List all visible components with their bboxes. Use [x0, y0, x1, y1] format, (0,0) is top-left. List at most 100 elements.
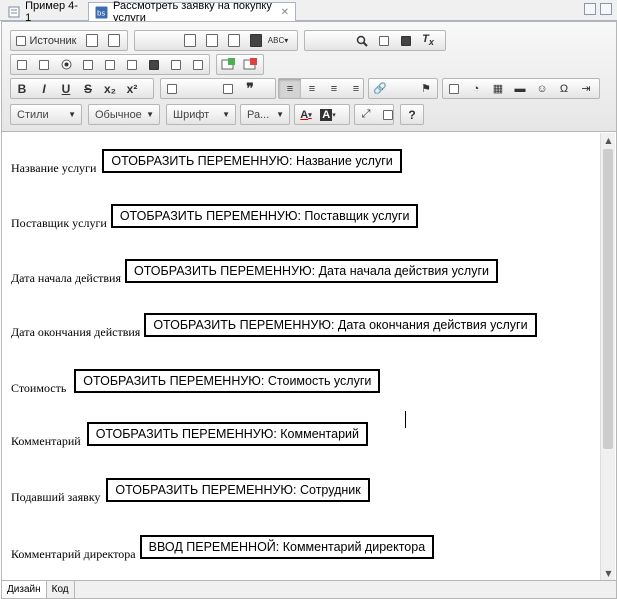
numbered-list-button[interactable]: [161, 79, 183, 98]
format-combo[interactable]: Обычное ▼: [88, 104, 160, 125]
help-icon: ?: [408, 107, 416, 122]
image-button-button[interactable]: [165, 55, 187, 74]
variable-field-start-date[interactable]: ОТОБРАЗИТЬ ПЕРЕМЕННУЮ: Дата начала дейст…: [125, 259, 499, 283]
replace-icon: [379, 35, 389, 46]
select-all-button[interactable]: [395, 31, 417, 50]
form-row-service-name: Название услуги ОТОБРАЗИТЬ ПЕРЕМЕННУЮ: Н…: [11, 149, 402, 175]
align-center-icon: ≡: [308, 82, 316, 95]
italic-button[interactable]: I: [33, 79, 55, 98]
styles-combo[interactable]: Стили ▼: [10, 104, 82, 125]
checkbox-button[interactable]: [33, 55, 55, 74]
html-button[interactable]: [143, 55, 165, 74]
edit-variable-button[interactable]: [239, 55, 261, 74]
variable-field-end-date[interactable]: ОТОБРАЗИТЬ ПЕРЕМЕННУЮ: Дата окончания де…: [144, 313, 537, 337]
horizontal-rule-button[interactable]: ▬: [509, 79, 531, 98]
spellcheck-button[interactable]: ABC ▾: [267, 31, 289, 50]
find-button[interactable]: [351, 31, 373, 50]
subscript-icon: x₂: [103, 81, 116, 96]
minimize-icon[interactable]: [584, 3, 596, 15]
align-right-button[interactable]: ≡: [323, 79, 345, 98]
underline-button[interactable]: U: [55, 79, 77, 98]
format-label: Обычное: [95, 108, 142, 121]
align-left-button[interactable]: ≡: [279, 79, 301, 98]
radio-button[interactable]: [55, 55, 77, 74]
cut-icon: [184, 34, 196, 47]
cut-button[interactable]: [179, 31, 201, 50]
font-combo[interactable]: Шрифт ▼: [166, 104, 236, 125]
new-page-icon: [86, 34, 98, 47]
align-justify-button[interactable]: ≡: [345, 79, 367, 98]
tools-group: ⤢: [354, 104, 394, 125]
tab-review-request[interactable]: bs Рассмотреть заявку на покупку услуги …: [88, 0, 296, 24]
text-caret: [405, 411, 406, 428]
page-break-icon: ⇥: [581, 83, 591, 95]
view-mode-tabs: Дизайн Код: [2, 580, 616, 598]
source-button[interactable]: Источник: [11, 31, 81, 50]
scroll-up-icon[interactable]: ▲: [601, 133, 616, 147]
outdent-icon: [223, 83, 233, 94]
special-char-button[interactable]: Ω: [553, 79, 575, 98]
align-justify-icon: ≡: [352, 82, 360, 95]
link-button[interactable]: 🔗: [369, 79, 391, 98]
font-size-combo[interactable]: Ра... ▼: [240, 104, 290, 125]
print-button[interactable]: [245, 31, 267, 50]
maximize-button[interactable]: ⤢: [355, 105, 377, 124]
blockquote-button[interactable]: ❞: [239, 79, 261, 98]
insert-variable-button[interactable]: [217, 55, 239, 74]
paste-button[interactable]: [223, 31, 245, 50]
help-button[interactable]: ?: [401, 105, 423, 124]
row-label: Дата окончания действия: [11, 325, 141, 339]
maximize-icon[interactable]: [600, 3, 612, 15]
remove-format-button[interactable]: Tx: [417, 31, 439, 50]
row-label: Подавший заявку: [11, 490, 101, 504]
italic-icon: I: [42, 81, 46, 96]
strike-button[interactable]: S: [77, 79, 99, 98]
scroll-down-icon[interactable]: ▼: [601, 566, 616, 580]
omega-icon: Ω: [559, 82, 569, 95]
page-break-button[interactable]: ⇥: [575, 79, 597, 98]
select-button[interactable]: [121, 55, 143, 74]
editor-content[interactable]: Название услуги ОТОБРАЗИТЬ ПЕРЕМЕННУЮ: Н…: [2, 133, 600, 580]
bg-color-button[interactable]: A ▾: [317, 105, 339, 124]
tab-code[interactable]: Код: [47, 581, 75, 598]
text-color-button[interactable]: A ▾: [295, 105, 317, 124]
close-icon[interactable]: ✕: [281, 7, 289, 18]
scroll-thumb[interactable]: [603, 149, 613, 449]
bold-button[interactable]: B: [11, 79, 33, 98]
align-center-button[interactable]: ≡: [301, 79, 323, 98]
tab-example-4-1[interactable]: Пример 4-1: [2, 0, 86, 24]
radio-icon: [61, 59, 71, 70]
anchor-button[interactable]: ⚑: [415, 79, 437, 98]
find-group: Tx: [304, 30, 446, 51]
variable-field-cost[interactable]: ОТОБРАЗИТЬ ПЕРЕМЕННУЮ: Стоимость услуги: [74, 369, 381, 393]
copy-button[interactable]: [201, 31, 223, 50]
variable-field-requester[interactable]: ОТОБРАЗИТЬ ПЕРЕМЕННУЮ: Сотрудник: [106, 478, 370, 502]
form-icon: [8, 5, 20, 18]
replace-button[interactable]: [373, 31, 395, 50]
vertical-scrollbar[interactable]: ▲ ▼: [600, 133, 615, 580]
outdent-button[interactable]: [217, 79, 239, 98]
flash-button[interactable]: ◔: [465, 79, 487, 98]
subscript-button[interactable]: x₂: [99, 79, 121, 98]
variable-field-comment[interactable]: ОТОБРАЗИТЬ ПЕРЕМЕННУЮ: Комментарий: [86, 422, 368, 446]
table-button[interactable]: ▦: [487, 79, 509, 98]
form-row-director-comment: Комментарий директора ВВОД ПЕРЕМЕННОЙ: К…: [11, 535, 435, 561]
input-field-director-comment[interactable]: ВВОД ПЕРЕМЕННОЙ: Комментарий директора: [139, 535, 435, 559]
smiley-button[interactable]: ☺: [531, 79, 553, 98]
plugin-group: [216, 54, 264, 75]
superscript-button[interactable]: x²: [121, 79, 143, 98]
textarea-button[interactable]: [99, 55, 121, 74]
new-page-button[interactable]: [81, 31, 103, 50]
textfield-button[interactable]: [77, 55, 99, 74]
tab-design[interactable]: Дизайн: [2, 581, 47, 598]
horizontal-rule-icon: ▬: [514, 82, 526, 95]
image-button[interactable]: [443, 79, 465, 98]
variable-field-service-name[interactable]: ОТОБРАЗИТЬ ПЕРЕМЕННУЮ: Название услуги: [102, 149, 402, 173]
hidden-field-button[interactable]: [187, 55, 209, 74]
preview-button[interactable]: [103, 31, 125, 50]
variable-field-supplier[interactable]: ОТОБРАЗИТЬ ПЕРЕМЕННУЮ: Поставщик услуги: [110, 204, 419, 228]
form-row-end-date: Дата окончания действия ОТОБРАЗИТЬ ПЕРЕМ…: [11, 313, 537, 339]
form-button[interactable]: [11, 55, 33, 74]
button-icon: [149, 59, 159, 70]
show-blocks-button[interactable]: [377, 105, 399, 124]
